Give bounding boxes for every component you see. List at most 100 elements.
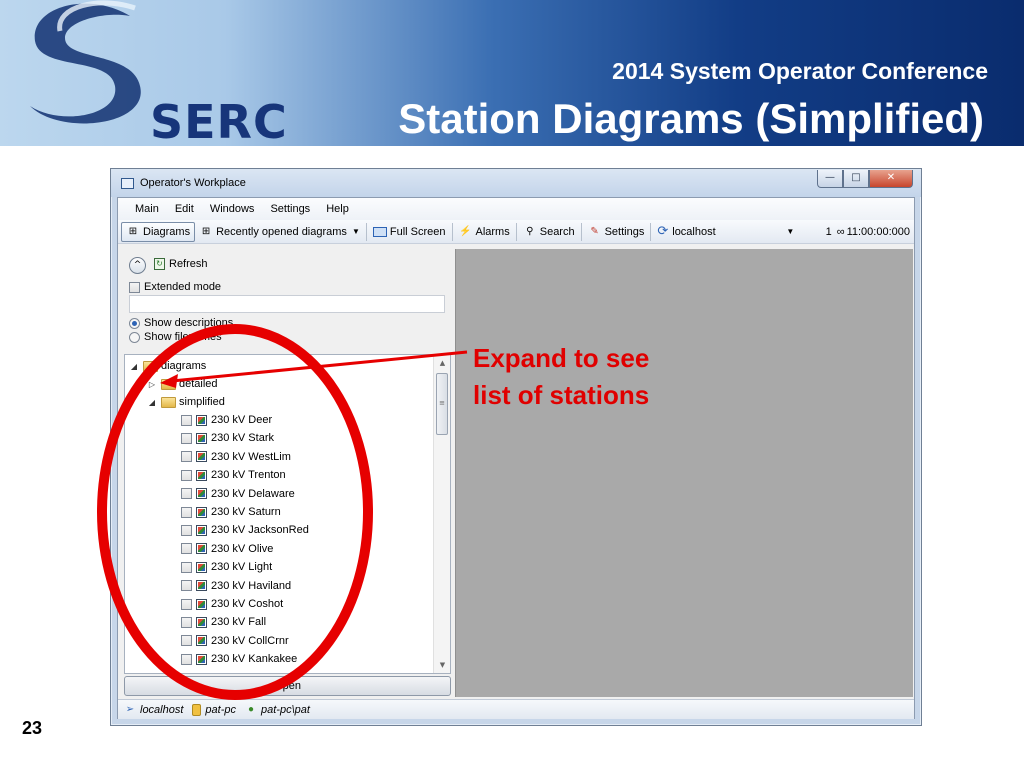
lightning-icon: ⚡ — [459, 225, 472, 237]
status-host: ➢ localhost — [124, 703, 184, 716]
diagram-tree: ◢ diagrams ▷ detailed ◢ simplified 230 k… — [124, 354, 451, 674]
search-button[interactable]: ⚲ Search — [519, 222, 579, 242]
station-item[interactable]: 230 kV CollCrnr — [181, 632, 289, 650]
station-checkbox[interactable] — [181, 506, 192, 518]
station-item[interactable]: 230 kV Delaware — [181, 485, 295, 503]
diagram-icon — [196, 635, 207, 647]
open-button[interactable]: Open — [124, 676, 451, 696]
tree-node-detailed[interactable]: ▷ detailed — [147, 375, 218, 393]
settings-button[interactable]: ✎ Settings — [584, 222, 649, 242]
station-item[interactable]: 230 kV Deer — [181, 411, 272, 429]
station-checkbox[interactable] — [181, 561, 192, 573]
station-label: 230 kV Delaware — [211, 487, 295, 500]
host-select[interactable]: localhost ▼ — [668, 223, 798, 241]
diagram-icon — [196, 506, 207, 518]
diagram-icon — [196, 543, 207, 555]
menu-main[interactable]: Main — [128, 198, 168, 220]
filter-input[interactable] — [129, 295, 445, 313]
scroll-down-icon[interactable]: ▼ — [434, 657, 450, 673]
scroll-up-icon[interactable]: ▲ — [434, 355, 450, 371]
station-item[interactable]: 230 kV JacksonRed — [181, 521, 309, 539]
scrollbar-thumb[interactable]: ≡ — [436, 373, 448, 435]
station-item[interactable]: 230 kV Haviland — [181, 577, 291, 595]
show-descriptions-radio[interactable] — [129, 317, 140, 329]
station-item[interactable]: 230 kV Kankakee — [181, 650, 297, 668]
expanded-arrow-icon[interactable]: ◢ — [147, 398, 157, 407]
tree-node-diagrams[interactable]: ◢ diagrams — [129, 357, 206, 375]
show-filenames-radio[interactable] — [129, 331, 140, 343]
annotation-line-2: list of stations — [473, 380, 650, 410]
status-host-label: localhost — [140, 703, 184, 716]
window-client-area: Main Edit Windows Settings Help ⊞ Diagra… — [117, 197, 915, 719]
station-checkbox[interactable] — [181, 524, 192, 536]
diagram-viewer-area[interactable] — [455, 249, 913, 697]
tree-scrollbar[interactable]: ▲ ≡ ▼ — [433, 355, 450, 673]
window-title: Operator's Workplace — [140, 177, 246, 189]
station-label: 230 kV Fall — [211, 616, 267, 629]
extended-mode-checkbox[interactable] — [129, 281, 140, 293]
station-checkbox[interactable] — [181, 451, 192, 463]
station-checkbox[interactable] — [181, 598, 192, 610]
tree-node-simplified[interactable]: ◢ simplified — [147, 393, 225, 411]
station-label: 230 kV Coshot — [211, 598, 284, 610]
station-item[interactable]: 230 kV Saturn — [181, 503, 281, 521]
show-descriptions-label: Show descriptions — [144, 317, 234, 329]
collapsed-arrow-icon[interactable]: ▷ — [147, 380, 157, 389]
station-item[interactable]: 230 kV Fall — [181, 613, 266, 631]
minimize-button[interactable]: — — [817, 170, 843, 188]
collapse-options-button[interactable]: ^ — [129, 257, 146, 274]
station-checkbox[interactable] — [181, 616, 192, 628]
user-icon: ● — [247, 703, 255, 715]
search-label: Search — [539, 225, 575, 238]
station-checkbox[interactable] — [181, 432, 192, 444]
station-item[interactable]: 230 kV Light — [181, 558, 272, 576]
maximize-button[interactable]: □ — [843, 170, 869, 188]
window-titlebar[interactable]: Operator's Workplace — □ ✕ — [111, 169, 921, 197]
diagrams-button[interactable]: ⊞ Diagrams — [121, 221, 196, 242]
monitor-icon — [372, 226, 387, 237]
sync-icon[interactable]: ⟳ — [657, 224, 668, 239]
station-item[interactable]: 230 kV Stark — [181, 429, 274, 447]
toolbar-separator — [650, 222, 652, 241]
station-checkbox[interactable] — [181, 635, 192, 647]
window-controls: — □ ✕ — [817, 170, 913, 188]
diagram-icon — [196, 653, 207, 665]
refresh-icon: ↻ — [154, 258, 165, 270]
show-descriptions-option[interactable]: Show descriptions — [129, 317, 233, 329]
menu-windows[interactable]: Windows — [203, 198, 264, 220]
time-display: 1 ∞ 11:00:00:000 — [826, 226, 910, 238]
refresh-label: Refresh — [169, 258, 208, 270]
station-checkbox[interactable] — [181, 469, 192, 481]
station-checkbox[interactable] — [181, 543, 192, 555]
station-item[interactable]: 230 kV WestLim — [181, 448, 291, 466]
station-checkbox[interactable] — [181, 488, 192, 500]
station-item[interactable]: 230 kV Coshot — [181, 595, 283, 613]
station-checkbox[interactable] — [181, 653, 192, 665]
refresh-button[interactable]: ↻ Refresh — [154, 258, 208, 270]
menu-help[interactable]: Help — [319, 198, 358, 220]
station-checkbox[interactable] — [181, 414, 192, 426]
recent-diagrams-dropdown[interactable]: ⊞ Recently opened diagrams ▼ — [195, 222, 364, 242]
close-button[interactable]: ✕ — [869, 170, 913, 188]
station-item[interactable]: 230 kV Trenton — [181, 466, 286, 484]
folder-icon — [143, 360, 158, 372]
network-icon: ➢ — [125, 703, 135, 715]
show-filenames-option[interactable]: Show filenames — [129, 331, 222, 343]
extended-mode-option[interactable]: Extended mode — [129, 281, 221, 293]
station-label: 230 kV Saturn — [211, 506, 281, 518]
alarms-button[interactable]: ⚡ Alarms — [455, 222, 514, 242]
folder-icon — [161, 396, 176, 408]
host-select-value: localhost — [672, 225, 716, 238]
full-screen-button[interactable]: Full Screen — [369, 222, 450, 242]
diagram-icon — [196, 488, 207, 500]
station-item[interactable]: 230 kV Olive — [181, 540, 273, 558]
connection-icon: ∞ — [836, 225, 845, 238]
status-user: ● pat-pc\pat — [245, 704, 310, 716]
expanded-arrow-icon[interactable]: ◢ — [129, 362, 139, 371]
browser-options: ^ ↻ Refresh Extended mode Show descripti… — [124, 249, 451, 345]
menu-settings[interactable]: Settings — [263, 198, 319, 220]
menu-edit[interactable]: Edit — [168, 198, 203, 220]
station-checkbox[interactable] — [181, 580, 192, 592]
diagram-tree-icon: ⊞ — [128, 225, 138, 237]
full-screen-label: Full Screen — [389, 225, 446, 238]
